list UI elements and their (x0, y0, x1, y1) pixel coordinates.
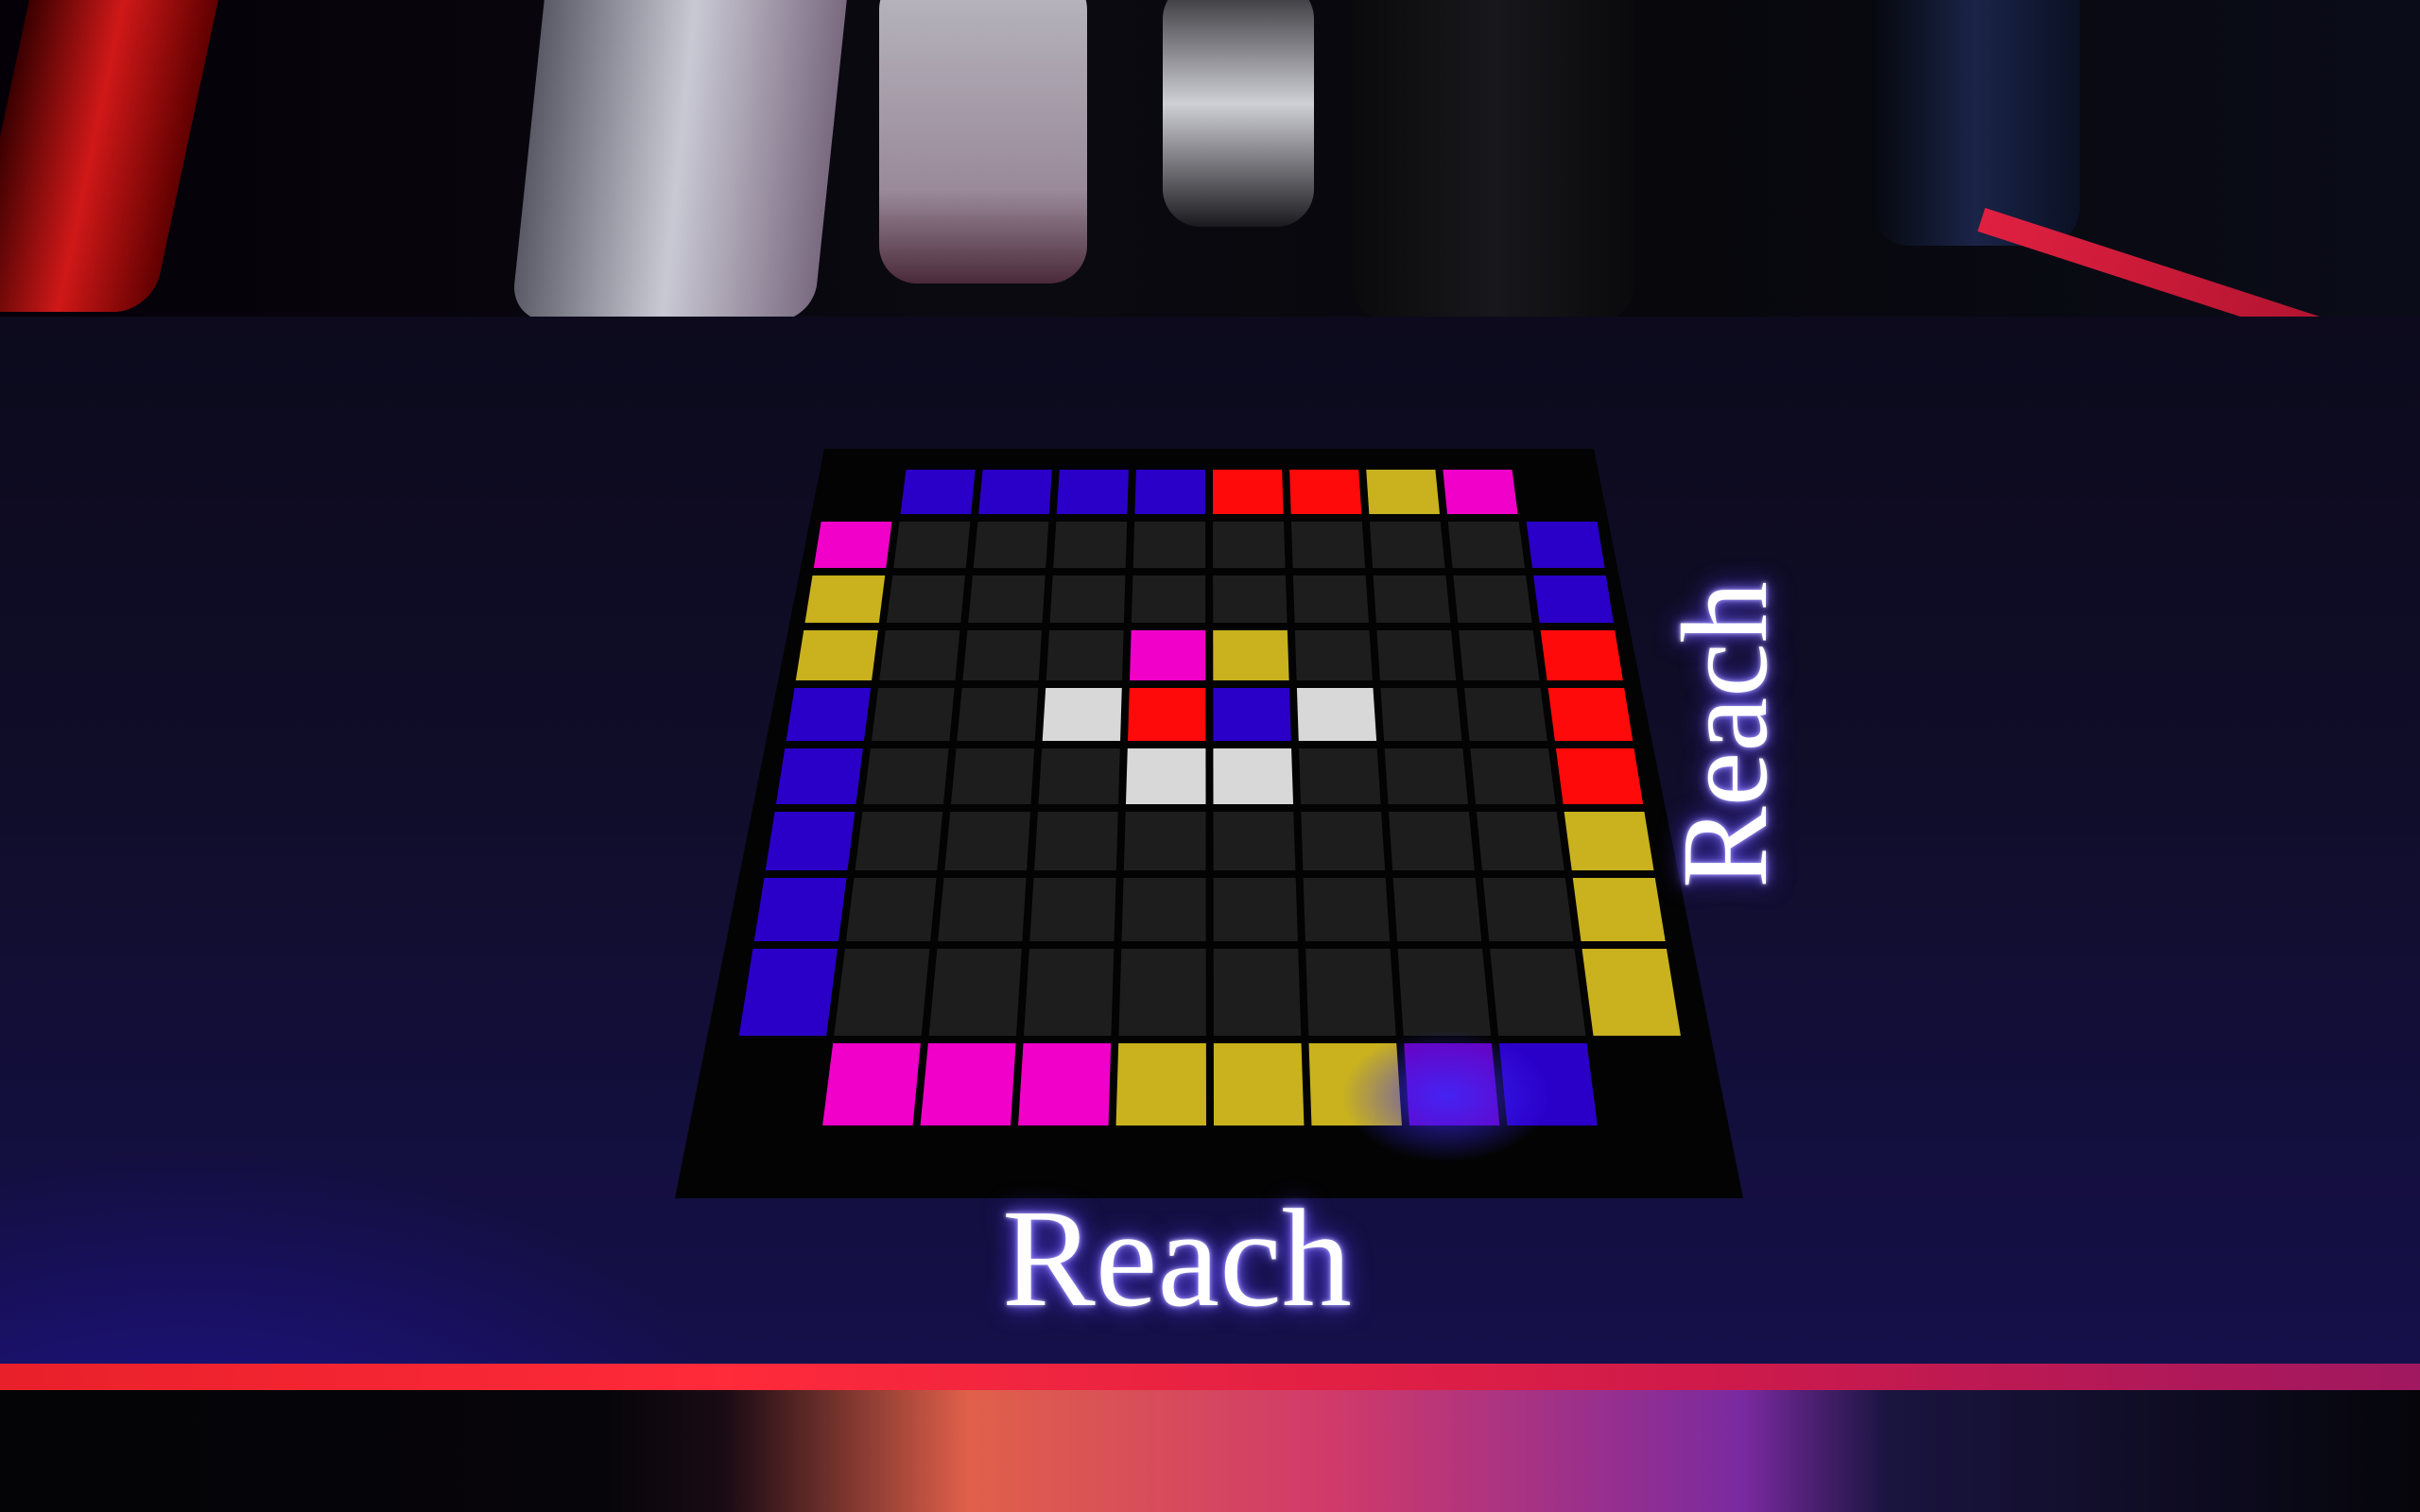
board-cell[interactable] (962, 630, 1043, 680)
board-cell[interactable] (871, 688, 955, 741)
bottom-tile-1[interactable] (920, 1043, 1016, 1125)
board-cell[interactable] (1392, 878, 1482, 941)
board-cell[interactable] (1490, 949, 1586, 1036)
board-cell[interactable] (1213, 812, 1296, 870)
board-cell[interactable] (1299, 748, 1381, 804)
board-cell[interactable] (1213, 878, 1298, 941)
top-tile-1[interactable] (978, 470, 1052, 514)
board-cell[interactable] (1453, 576, 1532, 623)
board-cell[interactable] (1038, 748, 1120, 804)
board-cell[interactable] (1042, 688, 1122, 741)
bottom-tile-0[interactable] (822, 1043, 921, 1125)
board-cell[interactable] (944, 812, 1030, 870)
board-cell[interactable] (893, 522, 971, 568)
right-tile-1[interactable] (1533, 576, 1614, 623)
board-cell[interactable] (1294, 630, 1373, 680)
board-cell[interactable] (950, 748, 1035, 804)
top-tile-7[interactable] (1443, 470, 1518, 514)
top-tile-6[interactable] (1366, 470, 1440, 514)
board-cell[interactable] (845, 878, 937, 941)
right-tile-2[interactable] (1540, 630, 1623, 680)
board-cell[interactable] (1397, 949, 1492, 1036)
board-cell[interactable] (1447, 522, 1526, 568)
board-cell[interactable] (1476, 812, 1564, 870)
board-cell[interactable] (1125, 748, 1206, 804)
board-cell[interactable] (1470, 748, 1556, 804)
board-cell[interactable] (1029, 878, 1116, 941)
board-cell[interactable] (886, 576, 965, 623)
board-cell[interactable] (928, 949, 1022, 1036)
cursor-glow (1342, 1030, 1550, 1162)
board-cell[interactable] (1384, 748, 1469, 804)
board-cell[interactable] (1034, 812, 1118, 870)
right-tile-3[interactable] (1547, 688, 1634, 741)
left-tile-0[interactable] (813, 522, 892, 568)
board-cell[interactable] (1121, 878, 1206, 941)
left-tile-2[interactable] (795, 630, 878, 680)
board-cell[interactable] (1373, 576, 1451, 623)
board-cell[interactable] (1123, 812, 1206, 870)
board-cell[interactable] (1024, 949, 1115, 1036)
board-cell[interactable] (1213, 688, 1291, 741)
board-cell[interactable] (1459, 630, 1540, 680)
reach-label-right: Reach (1657, 581, 1793, 888)
board-cell[interactable] (1132, 522, 1206, 568)
top-tile-3[interactable] (1134, 470, 1206, 514)
board-cell[interactable] (1464, 688, 1547, 741)
board-cell[interactable] (1213, 630, 1289, 680)
board-cell[interactable] (938, 878, 1027, 941)
top-tile-0[interactable] (900, 470, 976, 514)
top-tile-4[interactable] (1213, 470, 1284, 514)
left-tile-5[interactable] (765, 812, 856, 870)
left-tile-3[interactable] (786, 688, 872, 741)
left-tile-7[interactable] (738, 949, 838, 1036)
board-cell[interactable] (879, 630, 960, 680)
bottom-tile-2[interactable] (1018, 1043, 1112, 1125)
board-cell[interactable] (834, 949, 930, 1036)
board-cell[interactable] (1128, 688, 1206, 741)
right-tile-4[interactable] (1555, 748, 1644, 804)
board-cell[interactable] (1305, 949, 1396, 1036)
right-tile-5[interactable] (1564, 812, 1654, 870)
board-cell[interactable] (1482, 878, 1574, 941)
board-cell[interactable] (1049, 576, 1126, 623)
board-cell[interactable] (1376, 630, 1457, 680)
top-tile-2[interactable] (1056, 470, 1129, 514)
board-cell[interactable] (1130, 630, 1206, 680)
board-cell[interactable] (1213, 576, 1288, 623)
board-cell[interactable] (1213, 522, 1286, 568)
board-cell[interactable] (1213, 949, 1302, 1036)
board-cell[interactable] (1118, 949, 1206, 1036)
bottom-tile-3[interactable] (1115, 1043, 1206, 1125)
board-cell[interactable] (1290, 522, 1366, 568)
left-tile-1[interactable] (804, 576, 886, 623)
right-tile-6[interactable] (1572, 878, 1666, 941)
board-cell[interactable] (1046, 630, 1124, 680)
game-scene: Reach Reach (0, 0, 2420, 1512)
left-tile-4[interactable] (775, 748, 863, 804)
board-cell[interactable] (1369, 522, 1445, 568)
board-cell[interactable] (1296, 688, 1377, 741)
board-cell[interactable] (968, 576, 1046, 623)
right-tile-7[interactable] (1582, 949, 1681, 1036)
board-cell[interactable] (1380, 688, 1462, 741)
board-cell[interactable] (1053, 522, 1128, 568)
board-cell[interactable] (957, 688, 1039, 741)
board-cell[interactable] (973, 522, 1049, 568)
board-cell[interactable] (863, 748, 949, 804)
right-tile-0[interactable] (1526, 522, 1605, 568)
top-tile-5[interactable] (1289, 470, 1362, 514)
bottom-tile-4[interactable] (1213, 1043, 1305, 1125)
board-cell[interactable] (1301, 812, 1386, 870)
board-cell[interactable] (1213, 748, 1294, 804)
left-tile-6[interactable] (753, 878, 847, 941)
board-cell[interactable] (1389, 812, 1475, 870)
board-cell[interactable] (855, 812, 943, 870)
board-cell[interactable] (1292, 576, 1369, 623)
board-cell[interactable] (1131, 576, 1206, 623)
reach-label-bottom: Reach (1002, 1181, 1352, 1336)
board-cell[interactable] (1303, 878, 1391, 941)
